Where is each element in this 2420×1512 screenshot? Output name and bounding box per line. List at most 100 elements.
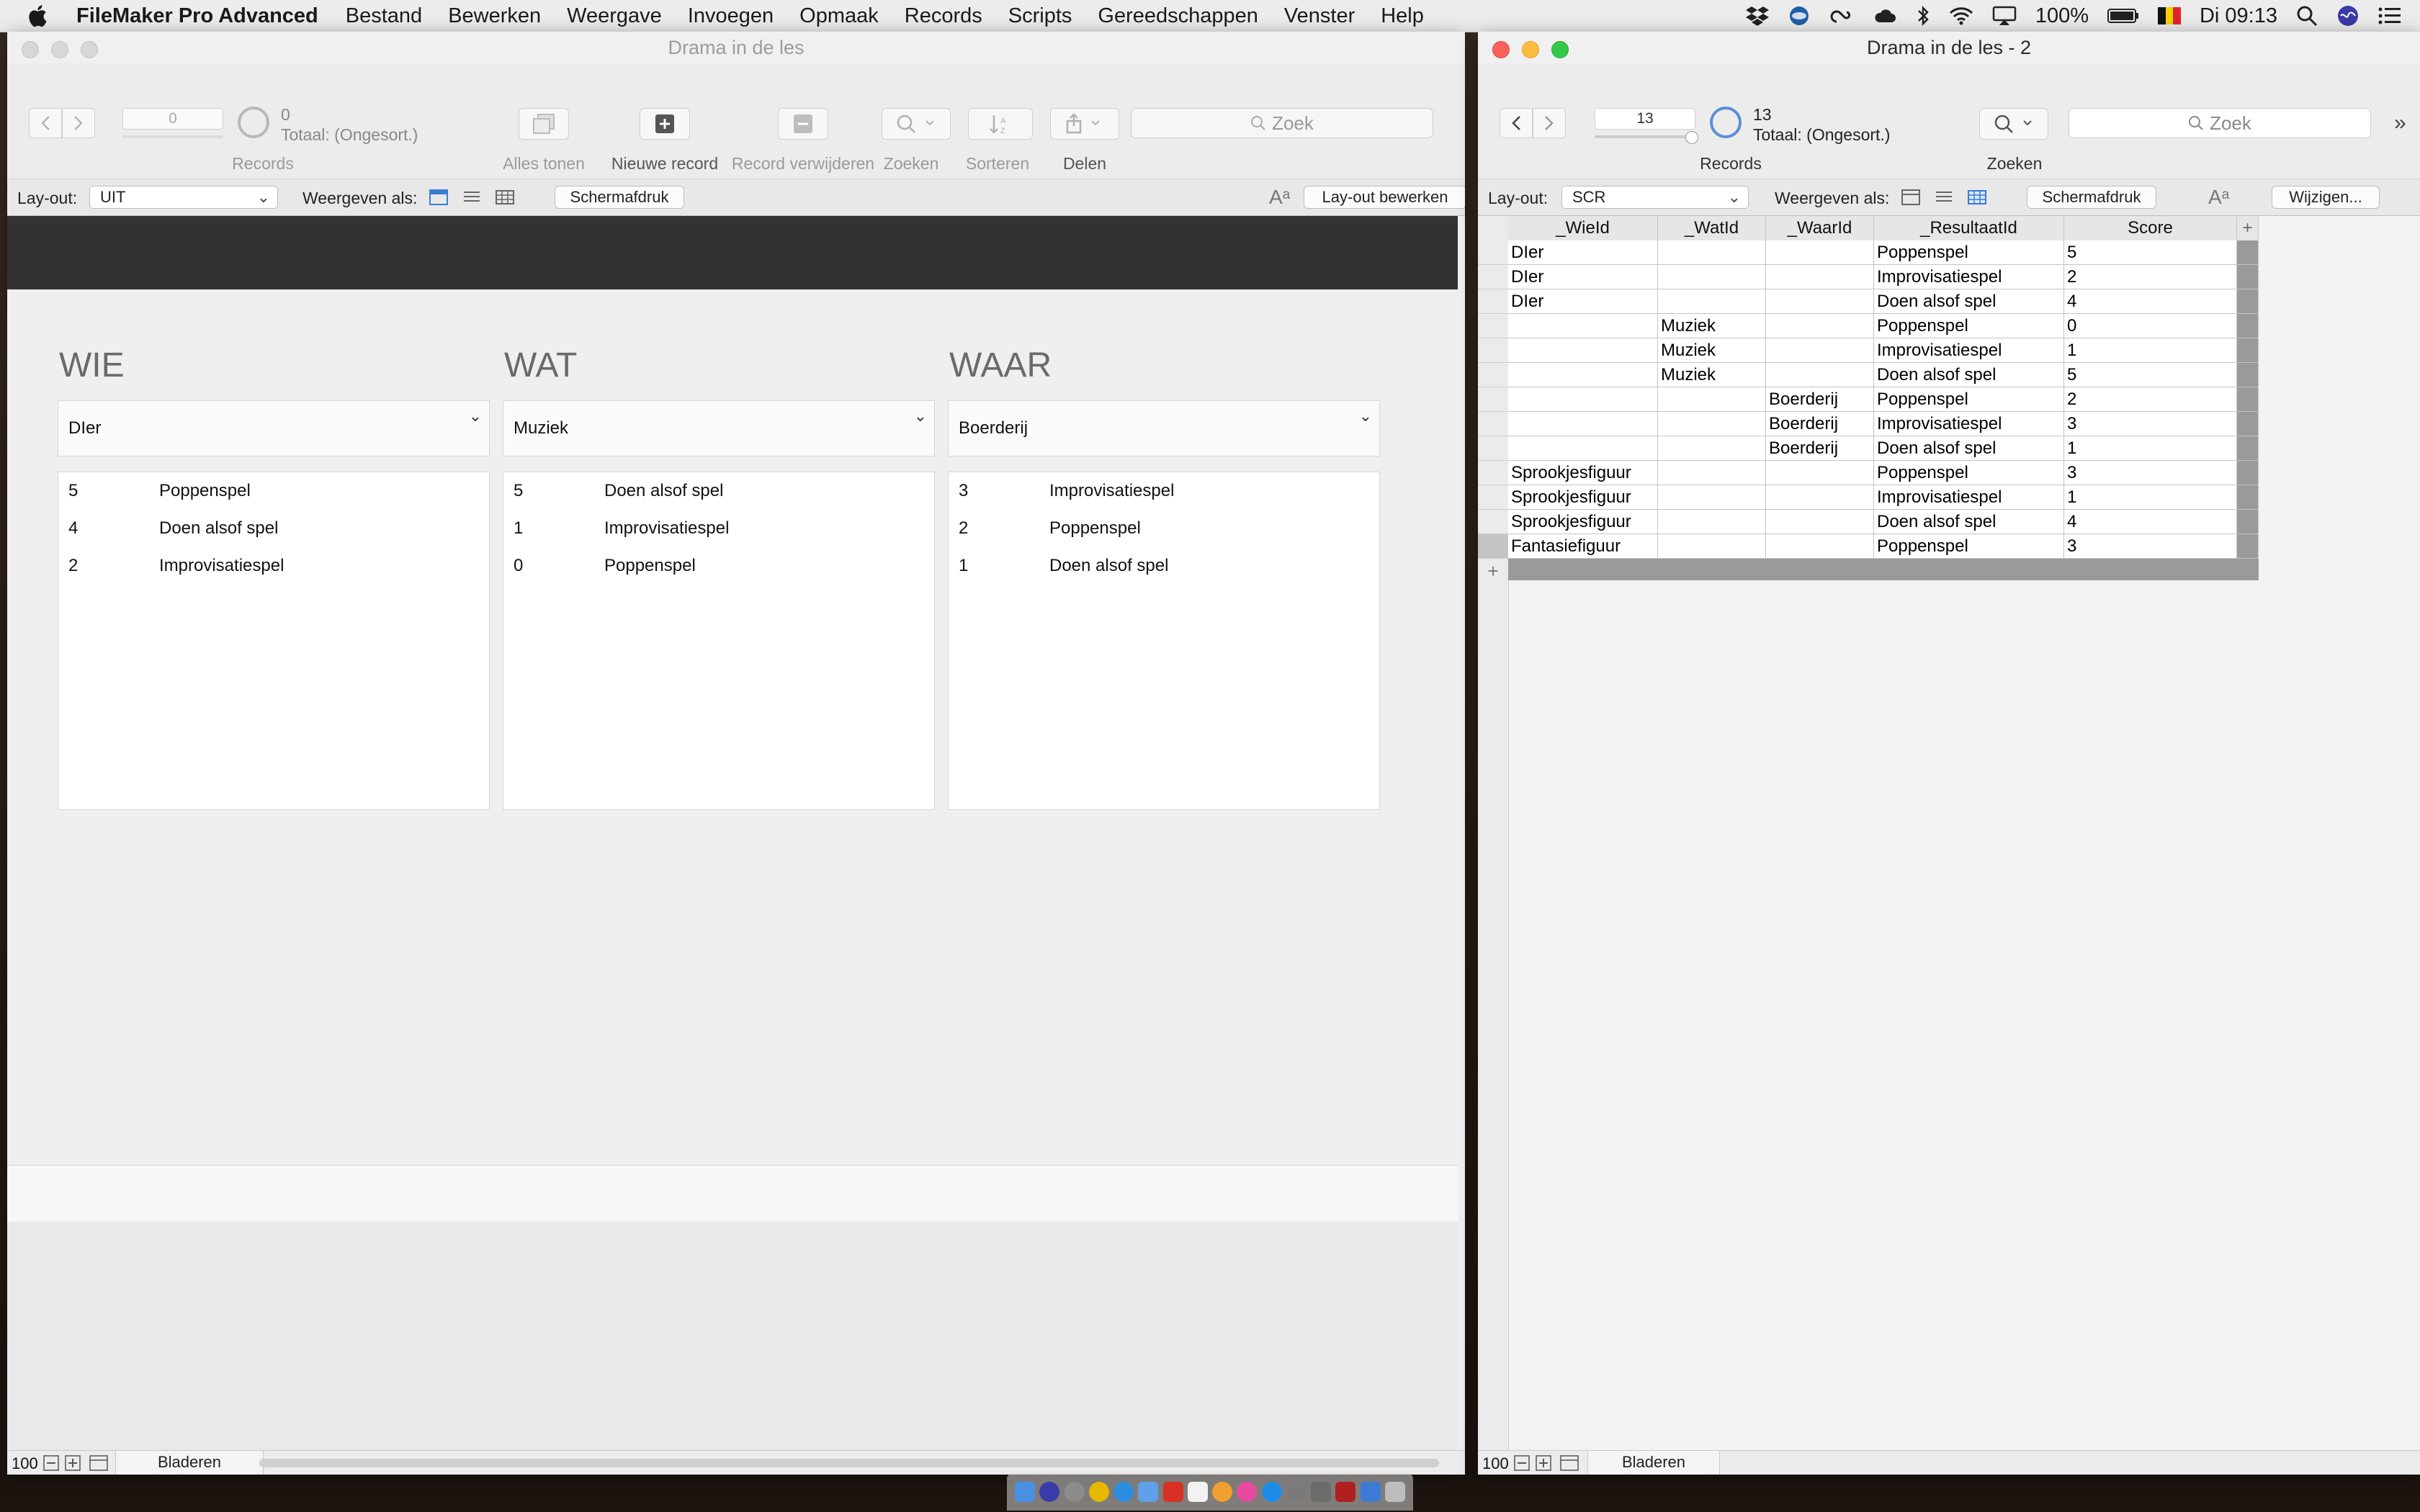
cell-score[interactable]: 5 bbox=[2064, 240, 2237, 265]
creative-cloud-icon[interactable] bbox=[1829, 6, 1854, 26]
cell-score[interactable]: 5 bbox=[2064, 363, 2237, 387]
form-view-icon[interactable] bbox=[1901, 189, 1920, 205]
column-header-waarid[interactable]: _WaarId bbox=[1766, 216, 1874, 240]
screenshot-button[interactable]: Schermafdruk bbox=[2027, 186, 2156, 209]
notification-center-icon[interactable] bbox=[2378, 6, 2401, 25]
calendar-icon[interactable] bbox=[1187, 1482, 1208, 1502]
quick-search-field[interactable]: Zoek bbox=[2069, 108, 2371, 138]
cell-resultaatid[interactable]: Poppenspel bbox=[1874, 314, 2064, 338]
edit-layout-button[interactable]: Lay-out bewerken bbox=[1304, 186, 1465, 209]
column-header-resultaatid[interactable]: _ResultaatId bbox=[1874, 216, 2064, 240]
cell-watid[interactable] bbox=[1658, 436, 1766, 461]
cell-resultaatid[interactable]: Improvisatiespel bbox=[1874, 412, 2064, 436]
cell-resultaatid[interactable]: Poppenspel bbox=[1874, 240, 2064, 265]
table-row[interactable]: DIer Improvisatiespel 2 bbox=[1508, 265, 2259, 289]
cell-wieid[interactable]: DIer bbox=[1508, 265, 1658, 289]
cloud-icon[interactable] bbox=[1873, 6, 1897, 25]
cell-score[interactable]: 2 bbox=[2064, 265, 2237, 289]
waar-dropdown[interactable]: Boerderij ⌄ bbox=[948, 400, 1380, 456]
portal-row[interactable]: 5 Poppenspel bbox=[58, 472, 489, 510]
new-row-placeholder[interactable] bbox=[1508, 559, 2259, 580]
cell-waarid[interactable] bbox=[1766, 534, 1874, 559]
close-button[interactable] bbox=[22, 41, 39, 58]
safari-icon[interactable] bbox=[1113, 1482, 1134, 1502]
cell-watid[interactable] bbox=[1658, 240, 1766, 265]
toggle-toolbar-icon[interactable] bbox=[89, 1455, 108, 1471]
menu-bestand[interactable]: Bestand bbox=[346, 4, 422, 28]
airplay-icon[interactable] bbox=[1992, 6, 2017, 26]
cell-score[interactable]: 0 bbox=[2064, 314, 2237, 338]
cell-wieid[interactable]: DIer bbox=[1508, 289, 1658, 314]
cell-wieid[interactable]: DIer bbox=[1508, 240, 1658, 265]
cell-watid[interactable]: Muziek bbox=[1658, 338, 1766, 363]
cell-resultaatid[interactable]: Doen alsof spel bbox=[1874, 436, 2064, 461]
zoom-out-icon[interactable] bbox=[1514, 1455, 1530, 1471]
acrobat-icon[interactable] bbox=[1162, 1482, 1183, 1502]
next-record-button[interactable] bbox=[1533, 108, 1566, 138]
wifi-icon[interactable] bbox=[1949, 6, 1973, 25]
app-status-icon[interactable] bbox=[1788, 4, 1811, 27]
zoom-in-icon[interactable] bbox=[1536, 1455, 1551, 1471]
cell-score[interactable]: 1 bbox=[2064, 485, 2237, 510]
record-slider-thumb[interactable] bbox=[1685, 131, 1698, 144]
mode-bladeren[interactable]: Bladeren bbox=[1587, 1451, 1720, 1475]
menu-help[interactable]: Help bbox=[1381, 4, 1424, 28]
cell-waarid[interactable]: Boerderij bbox=[1766, 412, 1874, 436]
row-selector[interactable] bbox=[1478, 338, 1508, 363]
cell-score[interactable]: 1 bbox=[2064, 436, 2237, 461]
form-view-icon[interactable] bbox=[429, 189, 448, 205]
maximize-button[interactable] bbox=[81, 41, 98, 58]
cell-wieid[interactable] bbox=[1508, 436, 1658, 461]
preview-icon[interactable] bbox=[1360, 1482, 1381, 1502]
table-row[interactable]: Muziek Poppenspel 0 bbox=[1508, 314, 2259, 338]
wat-dropdown[interactable]: Muziek ⌄ bbox=[503, 400, 935, 456]
record-number-field[interactable]: 0 bbox=[122, 108, 223, 130]
row-selector[interactable] bbox=[1478, 289, 1508, 314]
wat-portal[interactable]: 5 Doen alsof spel 1 Improvisatiespel 0 Popp… bbox=[503, 472, 935, 810]
find-button[interactable] bbox=[1979, 108, 2048, 140]
cell-resultaatid[interactable]: Improvisatiespel bbox=[1874, 485, 2064, 510]
layout-select[interactable]: UIT ⌄ bbox=[89, 186, 278, 209]
table-row[interactable]: Muziek Improvisatiespel 1 bbox=[1508, 338, 2259, 363]
row-selector[interactable] bbox=[1478, 363, 1508, 387]
row-selector[interactable] bbox=[1478, 240, 1508, 265]
screenshot-button[interactable]: Schermafdruk bbox=[555, 186, 684, 209]
text-format-icon[interactable]: Aᵃ bbox=[2208, 186, 2229, 209]
show-all-button[interactable] bbox=[519, 108, 569, 140]
cell-waarid[interactable]: Boerderij bbox=[1766, 387, 1874, 412]
quick-search-field[interactable]: Zoek bbox=[1131, 108, 1433, 138]
cell-resultaatid[interactable]: Poppenspel bbox=[1874, 387, 2064, 412]
list-view-icon[interactable] bbox=[462, 189, 481, 205]
cell-waarid[interactable] bbox=[1766, 240, 1874, 265]
prev-record-button[interactable] bbox=[29, 108, 62, 138]
next-record-button[interactable] bbox=[62, 108, 95, 138]
cell-wieid[interactable]: Sprookjesfiguur bbox=[1508, 510, 1658, 534]
cell-waarid[interactable] bbox=[1766, 510, 1874, 534]
table-view-icon[interactable] bbox=[496, 189, 514, 205]
apple-menu-icon[interactable] bbox=[27, 4, 56, 27]
row-selector[interactable] bbox=[1478, 314, 1508, 338]
menu-records[interactable]: Records bbox=[905, 4, 982, 28]
modify-button[interactable]: Wijzigen... bbox=[2272, 186, 2380, 209]
table-row[interactable]: Sprookjesfiguur Poppenspel 3 bbox=[1508, 461, 2259, 485]
table-row[interactable]: Fantasiefiguur Poppenspel 3 bbox=[1508, 534, 2259, 559]
share-button[interactable] bbox=[1050, 108, 1119, 140]
table-row[interactable]: Sprookjesfiguur Doen alsof spel 4 bbox=[1508, 510, 2259, 534]
portal-row[interactable]: 2 Poppenspel bbox=[949, 510, 1379, 547]
row-selector[interactable] bbox=[1478, 436, 1508, 461]
cell-resultaatid[interactable]: Improvisatiespel bbox=[1874, 265, 2064, 289]
zoom-level[interactable]: 100 bbox=[12, 1454, 38, 1473]
app-name-menu[interactable]: FileMaker Pro Advanced bbox=[76, 4, 318, 28]
clock-text[interactable]: Di 09:13 bbox=[2200, 4, 2277, 28]
cell-watid[interactable]: Muziek bbox=[1658, 363, 1766, 387]
launchpad-icon[interactable] bbox=[1064, 1482, 1085, 1502]
menu-invoegen[interactable]: Invoegen bbox=[688, 4, 774, 28]
mode-bladeren[interactable]: Bladeren bbox=[115, 1451, 264, 1475]
cell-waarid[interactable] bbox=[1766, 265, 1874, 289]
minimize-button[interactable] bbox=[1522, 41, 1539, 58]
cell-score[interactable]: 1 bbox=[2064, 338, 2237, 363]
filemaker-icon[interactable] bbox=[1311, 1482, 1332, 1502]
row-selector[interactable] bbox=[1478, 461, 1508, 485]
zoom-out-icon[interactable] bbox=[43, 1455, 59, 1471]
text-format-icon[interactable]: Aᵃ bbox=[1269, 186, 1290, 209]
